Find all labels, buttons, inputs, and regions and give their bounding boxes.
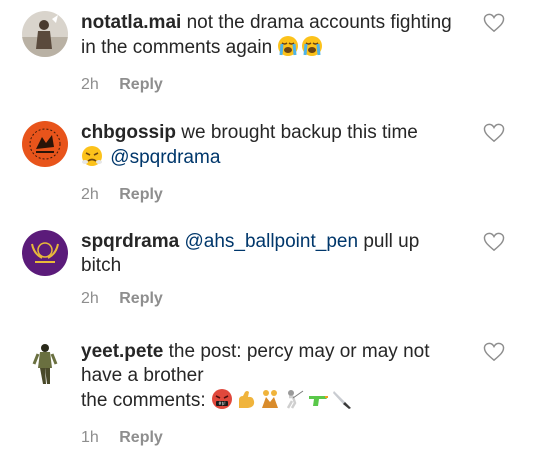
reply-button[interactable]: Reply (119, 76, 163, 93)
reply-button[interactable]: Reply (119, 429, 163, 446)
avatar[interactable] (22, 340, 68, 386)
avatar[interactable] (22, 11, 68, 57)
heart-icon[interactable] (483, 123, 505, 143)
heart-icon[interactable] (483, 13, 505, 33)
face-with-symbols-icon: #$! (211, 388, 233, 417)
avatar[interactable] (22, 230, 68, 276)
mention-link[interactable]: @ahs_ballpoint_pen (184, 231, 358, 252)
flexed-biceps-icon (235, 388, 257, 417)
comment-meta: 2h Reply (81, 287, 461, 311)
reply-button[interactable]: Reply (119, 290, 163, 307)
comment-meta: 2h Reply (81, 183, 461, 207)
avatar-figure-icon (22, 340, 68, 386)
comment-text: we brought backup this time (181, 122, 418, 143)
comment-username[interactable]: yeet.pete (81, 341, 163, 362)
people-wrestling-icon (259, 388, 281, 417)
loudly-crying-face-icon (277, 35, 299, 64)
chbgossip-logo-icon (22, 121, 68, 167)
comment-username[interactable]: spqrdrama (81, 231, 179, 252)
svg-text:#$!: #$! (218, 401, 226, 406)
heart-icon[interactable] (483, 342, 505, 362)
spqrdrama-logo-icon (22, 230, 68, 276)
loudly-crying-face-icon (301, 35, 323, 64)
avatar-photo-icon (22, 11, 68, 57)
face-with-steam-icon (81, 145, 103, 174)
comment-username[interactable]: chbgossip (81, 122, 176, 143)
mention-link[interactable]: @spqrdrama (110, 147, 220, 168)
comment-meta: 2h Reply (81, 73, 461, 97)
avatar[interactable] (22, 121, 68, 167)
heart-icon[interactable] (483, 232, 505, 252)
comment-text: the comments: (81, 390, 206, 411)
reply-button[interactable]: Reply (119, 186, 163, 203)
comment-timestamp: 2h (81, 290, 99, 307)
comment-username[interactable]: notatla.mai (81, 12, 181, 33)
comment-timestamp: 1h (81, 429, 99, 446)
comment-timestamp: 2h (81, 76, 99, 93)
comment-timestamp: 2h (81, 186, 99, 203)
kitchen-knife-icon (331, 388, 353, 417)
water-pistol-icon (307, 388, 329, 417)
comment-meta: 1h Reply (81, 426, 461, 450)
person-fencing-icon (283, 388, 305, 417)
